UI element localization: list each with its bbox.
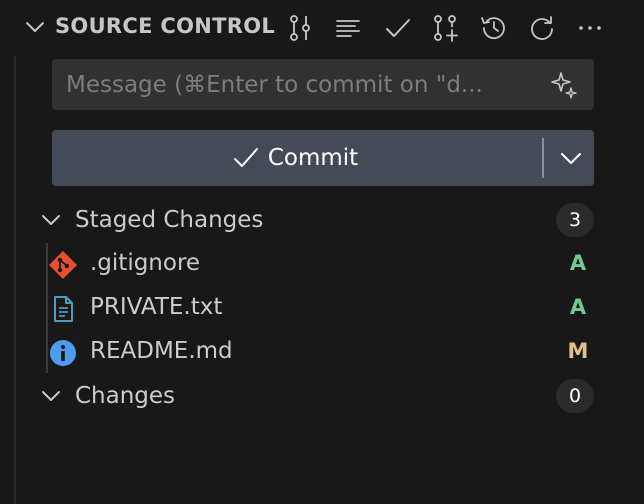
pull-request-icon[interactable] bbox=[430, 12, 462, 44]
chevron-down-icon[interactable] bbox=[24, 18, 46, 38]
file-row-gitignore[interactable]: .gitignore A bbox=[0, 243, 644, 287]
chevron-down-icon bbox=[561, 153, 581, 164]
commit-button-group: Commit bbox=[52, 130, 594, 186]
commit-message-box[interactable] bbox=[52, 59, 594, 110]
commit-button-label: Commit bbox=[267, 145, 359, 171]
count-badge: 3 bbox=[556, 203, 594, 237]
chevron-down-icon bbox=[42, 391, 60, 401]
file-name: README.md bbox=[90, 338, 233, 364]
section-title: SOURCE CONTROL bbox=[55, 14, 276, 38]
more-icon[interactable] bbox=[574, 12, 606, 44]
button-divider bbox=[542, 138, 544, 178]
checkmark-icon[interactable] bbox=[382, 12, 414, 44]
history-icon[interactable] bbox=[478, 12, 510, 44]
staged-changes-label: Staged Changes bbox=[75, 207, 264, 233]
text-file-icon bbox=[54, 296, 73, 322]
info-file-icon bbox=[50, 340, 76, 366]
chevron-down-icon bbox=[42, 215, 60, 225]
file-status: A bbox=[569, 251, 587, 275]
file-row-private-txt[interactable]: PRIVATE.txt A bbox=[0, 287, 644, 331]
commit-message-input[interactable] bbox=[66, 59, 536, 110]
git-file-icon bbox=[49, 251, 77, 279]
source-control-panel: SOURCE CONTROL Message (⌘Enter to commit… bbox=[0, 0, 644, 504]
section-header[interactable]: SOURCE CONTROL bbox=[0, 0, 644, 56]
file-row-readme[interactable]: README.md M bbox=[0, 331, 644, 375]
commit-button[interactable]: Commit bbox=[52, 130, 538, 186]
changes-label: Changes bbox=[75, 383, 176, 409]
sparkle-icon[interactable] bbox=[548, 69, 580, 101]
commit-dropdown-button[interactable] bbox=[548, 130, 594, 186]
file-name: .gitignore bbox=[90, 250, 201, 276]
file-name: PRIVATE.txt bbox=[90, 294, 223, 320]
list-view-icon[interactable] bbox=[332, 12, 364, 44]
checkmark-icon bbox=[233, 148, 258, 167]
file-status: M bbox=[567, 339, 589, 363]
file-status: A bbox=[569, 295, 587, 319]
count-badge: 0 bbox=[556, 379, 594, 413]
changes-header[interactable]: Changes 0 bbox=[0, 375, 644, 419]
graph-icon[interactable] bbox=[284, 12, 316, 44]
staged-changes-header[interactable]: Staged Changes 3 bbox=[0, 199, 644, 243]
refresh-icon[interactable] bbox=[526, 12, 558, 44]
